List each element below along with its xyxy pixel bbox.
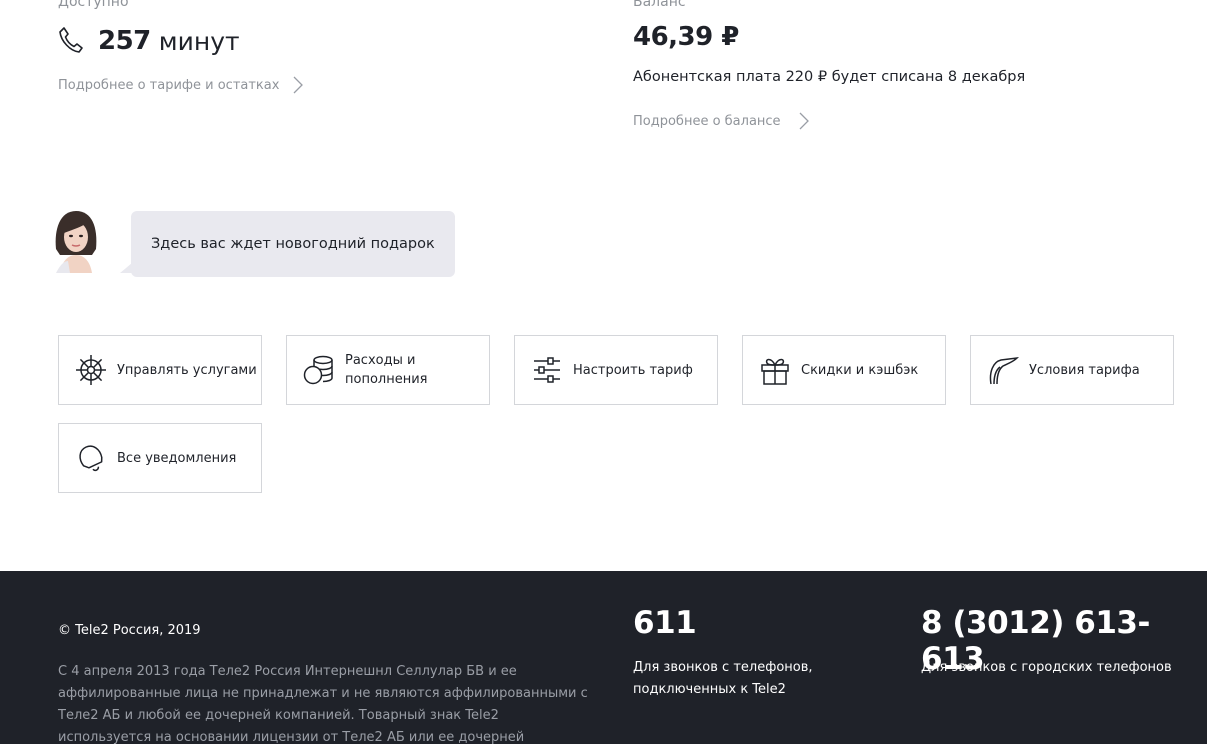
tariff-conditions-tile[interactable]: Условия тарифа	[970, 335, 1174, 405]
short-number-description: Для звонков с телефонов, подключенных к …	[633, 660, 813, 697]
city-number-description: Для звонков с городских телефонов	[921, 660, 1172, 675]
balance-details-label: Подробнее о балансе	[633, 113, 781, 129]
helm-icon	[75, 354, 107, 386]
tariff-details-link[interactable]: Подробнее о тарифе и остатках	[58, 76, 304, 94]
balance-details-link[interactable]: Подробнее о балансе	[633, 112, 809, 130]
minutes-value: 257	[98, 26, 151, 56]
all-notifications-label: Все уведомления	[117, 450, 237, 466]
gift-icon	[759, 354, 791, 386]
balance-amount: 46,39 ₽	[633, 22, 739, 52]
legal-disclaimer: С 4 апреля 2013 года Теле2 Россия Интерн…	[58, 664, 588, 744]
tariff-details-label: Подробнее о тарифе и остатках	[58, 77, 280, 93]
discounts-cashback-tile[interactable]: Скидки и кэшбэк	[742, 335, 946, 405]
assistant-avatar[interactable]	[52, 209, 100, 273]
configure-tariff-label: Настроить тариф	[573, 362, 693, 378]
coins-icon	[303, 354, 335, 386]
discounts-cashback-label: Скидки и кэшбэк	[801, 362, 919, 378]
short-number[interactable]: 611	[633, 605, 697, 641]
minutes-unit: минут	[158, 26, 240, 56]
expenses-topups-label: Расходы и пополнения	[345, 353, 428, 387]
chevron-right-icon	[799, 112, 809, 130]
sliders-icon	[531, 354, 563, 386]
manage-services-label: Управлять услугами	[117, 362, 257, 378]
copyright: © Tele2 Россия, 2019	[58, 623, 201, 638]
minutes-remaining: 257 минут	[58, 26, 240, 56]
chat-message: Здесь вас ждет новогодний подарок	[151, 236, 435, 252]
available-label: Доступно	[58, 0, 129, 10]
bell-icon	[75, 442, 107, 474]
chat-bubble[interactable]: Здесь вас ждет новогодний подарок	[131, 211, 455, 277]
subscription-fee-text: Абонентская плата 220 ₽ будет списана 8 …	[633, 69, 1026, 85]
expenses-topups-tile[interactable]: Расходы и пополнения	[286, 335, 490, 405]
configure-tariff-tile[interactable]: Настроить тариф	[514, 335, 718, 405]
manage-services-tile[interactable]: Управлять услугами	[58, 335, 262, 405]
chevron-right-icon	[293, 76, 304, 94]
balance-label: Баланс	[633, 0, 686, 10]
footer: © Tele2 Россия, 2019 С 4 апреля 2013 год…	[0, 571, 1207, 744]
all-notifications-tile[interactable]: Все уведомления	[58, 423, 262, 493]
phone-icon	[58, 26, 84, 56]
conditions-icon	[987, 354, 1019, 386]
tariff-conditions-label: Условия тарифа	[1029, 362, 1140, 378]
